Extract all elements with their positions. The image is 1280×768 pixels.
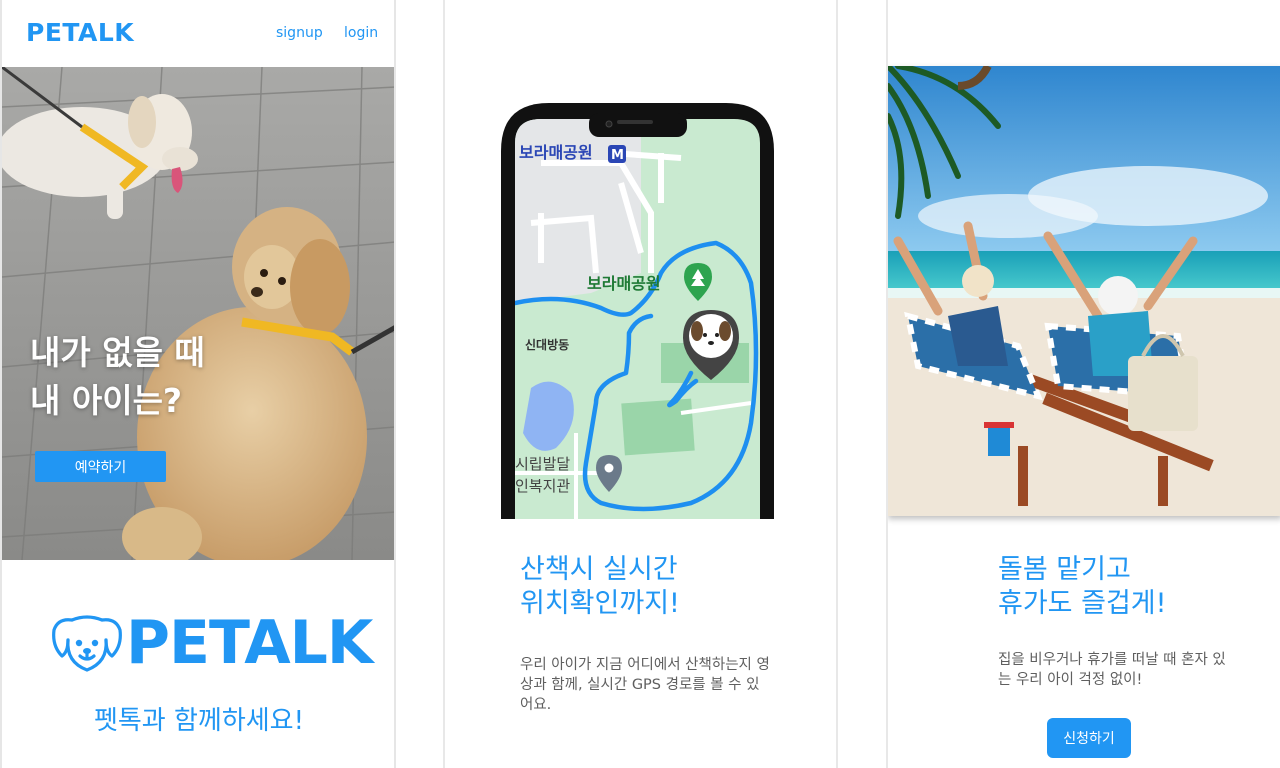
signup-link[interactable]: signup — [276, 25, 323, 41]
dog-face-icon — [52, 615, 122, 672]
apply-button[interactable]: 신청하기 — [1047, 718, 1131, 758]
logo-wordmark: PETALK — [126, 608, 373, 678]
map-label-district: 신대방동 — [525, 337, 569, 352]
gps-title-line1: 산책시 실시간 — [520, 554, 678, 585]
reserve-button[interactable]: 예약하기 — [35, 451, 166, 482]
care-feature-panel: 돌봄 맡기고 휴가도 즐겁게! 집을 비우거나 휴가를 떠날 때 혼자 있는 우… — [886, 0, 1280, 768]
care-title-line1: 돌봄 맡기고 — [998, 554, 1131, 585]
gps-feature-title: 산책시 실시간 위치확인까지! — [520, 553, 680, 621]
hero-headline-line1: 내가 없을 때 — [30, 333, 205, 372]
login-link[interactable]: login — [344, 25, 378, 41]
beach-photo — [888, 66, 1280, 516]
brand-logo[interactable]: PETALK — [26, 18, 134, 47]
map-label-park: 보라매공원 — [587, 274, 661, 293]
map-label-poi-line1: 시립발달 — [515, 455, 570, 473]
gps-title-line2: 위치확인까지! — [520, 588, 680, 619]
hero-headline: 내가 없을 때 내 아이는? — [30, 329, 205, 425]
map-station-badge: M — [611, 148, 624, 163]
gps-feature-panel: 보라매공원 M 보라매공원 신대방동 시립발달 인복지관 산책시 실시간 위치확… — [443, 0, 838, 768]
map-label-station: 보라매공원 — [519, 143, 593, 162]
petalk-logo: PETALK — [50, 608, 373, 678]
care-title-line2: 휴가도 즐겁게! — [998, 588, 1167, 619]
intro-panel: PETALK signup login 내가 없을 때 내 아이는? 예약하기 … — [0, 0, 396, 768]
tagline: 펫톡과 함께하세요! — [93, 706, 305, 736]
hero-headline-line2: 내 아이는? — [30, 381, 183, 420]
map-label-poi-line2: 인복지관 — [515, 477, 570, 495]
phone-mockup: 보라매공원 M 보라매공원 신대방동 시립발달 인복지관 — [501, 103, 774, 519]
care-feature-title: 돌봄 맡기고 휴가도 즐겁게! — [998, 553, 1166, 621]
gps-feature-description: 우리 아이가 지금 어디에서 산책하는지 영상과 함께, 실시간 GPS 경로를… — [520, 657, 770, 713]
beach-image — [888, 66, 1280, 516]
dogs-photo — [2, 67, 394, 560]
gps-map-image: 보라매공원 M 보라매공원 신대방동 시립발달 인복지관 — [501, 103, 774, 519]
care-feature-description: 집을 비우거나 휴가를 떠날 때 혼자 있는 우리 아이 걱정 없이! — [998, 652, 1226, 688]
hero-image-dogs: 내가 없을 때 내 아이는? 예약하기 — [2, 67, 394, 560]
